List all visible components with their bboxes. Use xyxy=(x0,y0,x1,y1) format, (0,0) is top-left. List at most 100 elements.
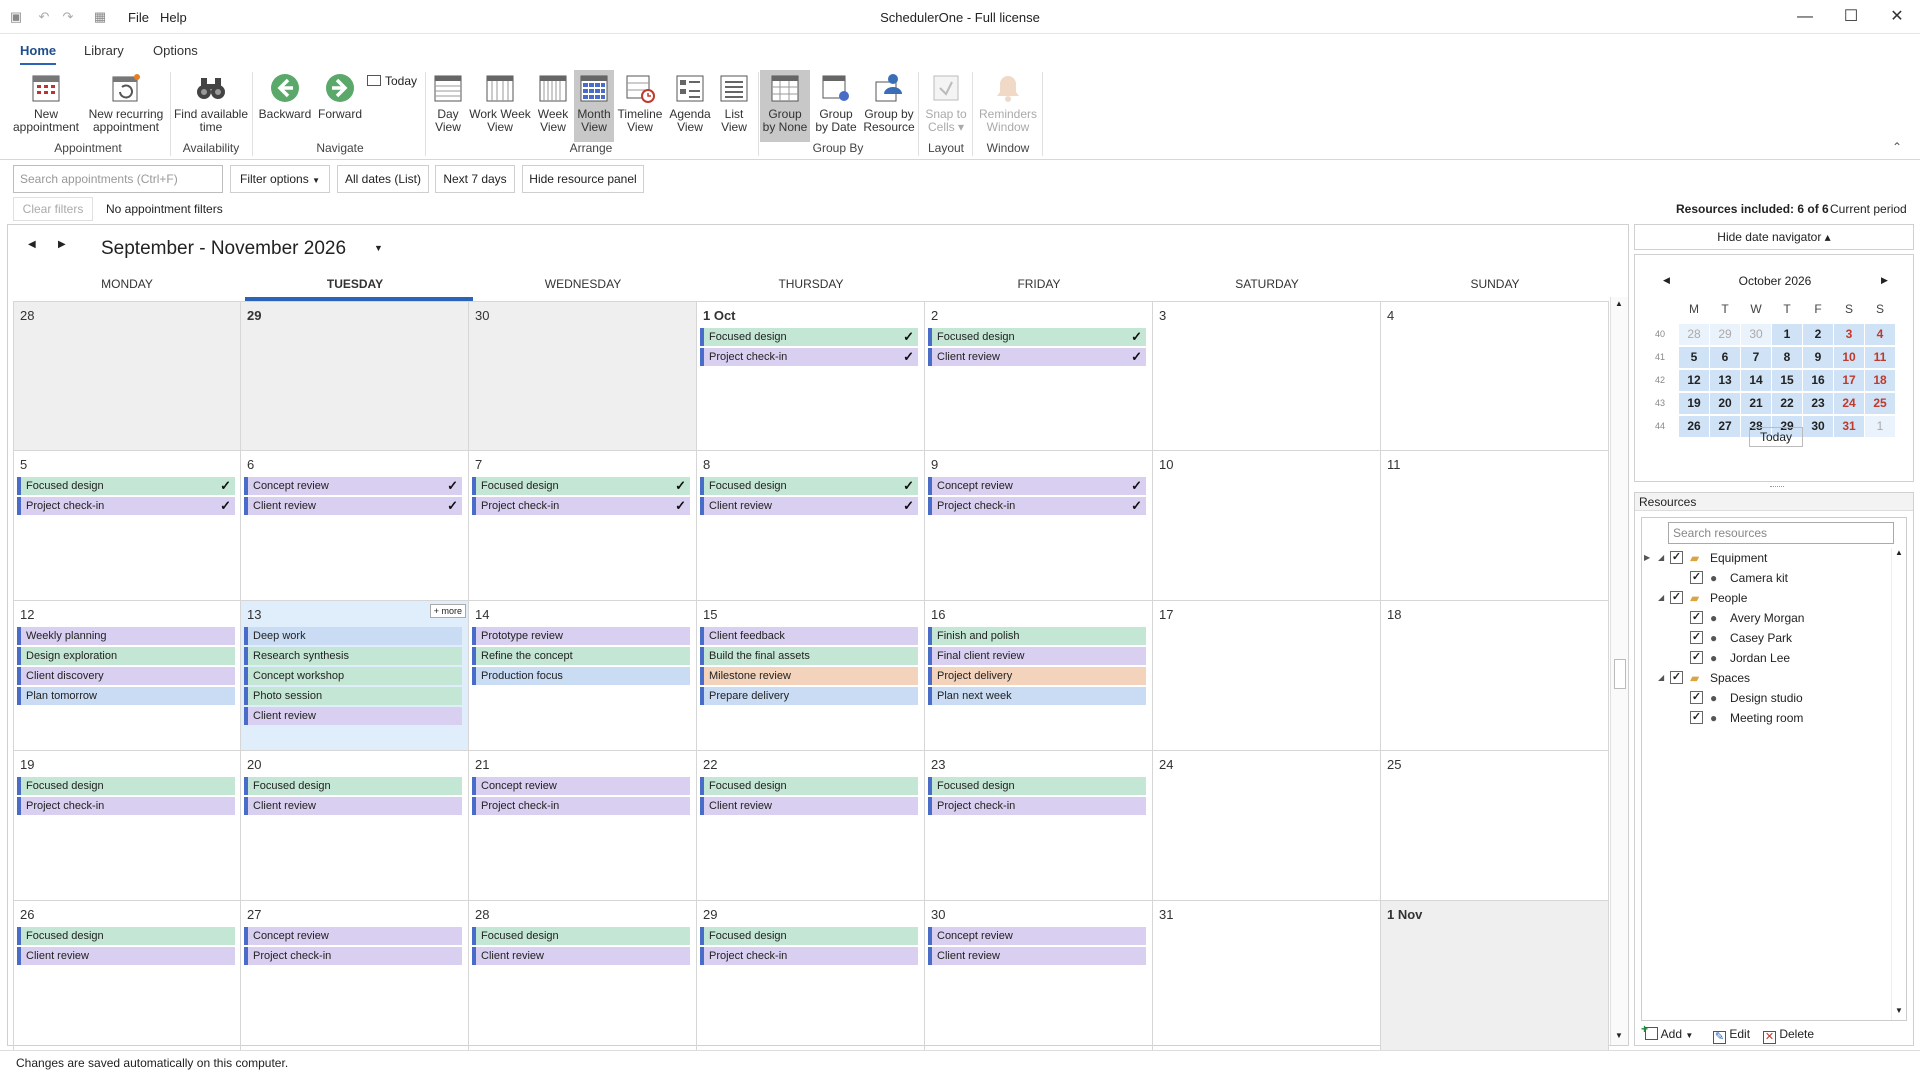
resource-tree-item[interactable]: ✓ ● Meeting room xyxy=(1642,708,1890,728)
appointment[interactable]: Client review ✓ xyxy=(928,348,1146,366)
appointment[interactable]: Refine the concept xyxy=(472,647,690,665)
day-cell[interactable]: 19 Focused design Project check-in xyxy=(13,751,241,901)
nav-day[interactable]: 14 xyxy=(1741,370,1771,391)
nav-day[interactable]: 27 xyxy=(1710,416,1740,437)
appointment[interactable]: Client review xyxy=(928,947,1146,965)
resource-tree-item[interactable]: ✓ ● Avery Morgan xyxy=(1642,608,1890,628)
appointment[interactable]: Client review xyxy=(244,707,462,725)
nav-day[interactable]: 7 xyxy=(1741,347,1771,368)
day-cell[interactable]: 28 xyxy=(13,301,241,451)
nav-day[interactable]: 17 xyxy=(1834,370,1864,391)
appointment[interactable]: Milestone review xyxy=(700,667,918,685)
appointment[interactable]: Project check-in xyxy=(928,797,1146,815)
appointment[interactable]: Design exploration xyxy=(17,647,235,665)
day-cell[interactable]: 17 xyxy=(1153,601,1381,751)
search-appointments-input[interactable]: Search appointments (Ctrl+F) xyxy=(13,165,223,193)
appointment[interactable]: Research synthesis xyxy=(244,647,462,665)
appointment[interactable]: Focused design ✓ xyxy=(700,477,918,495)
nav-day[interactable]: 11 xyxy=(1865,347,1895,368)
resource-tree-item[interactable]: ✓ ● Design studio xyxy=(1642,688,1890,708)
nav-today-button[interactable]: Today xyxy=(1749,427,1803,447)
resource-checkbox[interactable]: ✓ xyxy=(1690,691,1703,704)
appointment[interactable]: Focused design xyxy=(17,927,235,945)
resource-tree-item[interactable]: ▶ ◢ ✓ ▰ Equipment xyxy=(1642,548,1890,568)
nav-day[interactable]: 22 xyxy=(1772,393,1802,414)
appointment[interactable]: Client review xyxy=(17,947,235,965)
appointment[interactable]: Focused design xyxy=(472,927,690,945)
day-cell[interactable]: 29 xyxy=(241,301,469,451)
more-appointments-button[interactable]: + more xyxy=(429,604,466,618)
scroll-down-icon[interactable]: ▼ xyxy=(1615,1031,1623,1040)
resource-tree-item[interactable]: ◢ ✓ ▰ Spaces xyxy=(1642,668,1890,688)
tab-home[interactable]: Home xyxy=(20,43,57,65)
group-by-date-button[interactable]: Group by Date xyxy=(812,70,860,142)
nav-day[interactable]: 12 xyxy=(1679,370,1709,391)
nav-day[interactable]: 24 xyxy=(1834,393,1864,414)
nav-day[interactable]: 28 xyxy=(1679,324,1709,345)
nav-day[interactable]: 3 xyxy=(1834,324,1864,345)
period-title[interactable]: September - November 2026 xyxy=(101,238,346,260)
splitter-grip[interactable] xyxy=(1770,486,1784,488)
nav-day[interactable]: 9 xyxy=(1803,347,1833,368)
nav-day[interactable]: 6 xyxy=(1710,347,1740,368)
collapse-arrow-icon[interactable]: ◢ xyxy=(1658,668,1664,688)
day-cell[interactable]: 26 Focused design Client review xyxy=(13,901,241,1051)
appointment[interactable]: Deep work xyxy=(244,627,462,645)
hide-date-navigator-button[interactable]: Hide date navigator ▴ xyxy=(1634,224,1914,250)
nav-day[interactable]: 16 xyxy=(1803,370,1833,391)
appointment[interactable]: Final client review xyxy=(928,647,1146,665)
snap-to-cells-button[interactable]: Snap to Cells ▾ xyxy=(922,70,970,142)
nav-day[interactable]: 25 xyxy=(1865,393,1895,414)
list-view-button[interactable]: List View xyxy=(714,70,754,142)
day-cell[interactable]: 24 xyxy=(1153,751,1381,901)
week-view-button[interactable]: Week View xyxy=(532,70,574,142)
appointment[interactable]: Project check-in ✓ xyxy=(928,497,1146,515)
scroll-thumb[interactable] xyxy=(1614,659,1626,689)
appointment[interactable]: Production focus xyxy=(472,667,690,685)
day-cell[interactable]: 10 xyxy=(1153,451,1381,601)
expand-arrow-icon[interactable]: ▶ xyxy=(1644,548,1650,568)
month-view-button[interactable]: Month View xyxy=(574,70,614,142)
day-cell[interactable]: 21 Concept review Project check-in xyxy=(469,751,697,901)
day-cell[interactable]: 18 xyxy=(1381,601,1609,751)
all-dates-button[interactable]: All dates (List) xyxy=(337,165,429,193)
nav-day[interactable]: 30 xyxy=(1803,416,1833,437)
filter-options-button[interactable]: Filter options ▼ xyxy=(230,165,330,193)
tree-scroll-up-icon[interactable]: ▲ xyxy=(1895,548,1903,557)
appointment[interactable]: Project check-in xyxy=(244,947,462,965)
tree-scrollbar[interactable]: ▲ ▼ xyxy=(1891,548,1906,1020)
collapse-arrow-icon[interactable]: ◢ xyxy=(1658,588,1664,608)
appointment[interactable]: Project check-in xyxy=(17,797,235,815)
appointment[interactable]: Project check-in ✓ xyxy=(472,497,690,515)
appointment[interactable]: Prepare delivery xyxy=(700,687,918,705)
resource-tree-item[interactable]: ✓ ● Casey Park xyxy=(1642,628,1890,648)
next-7-days-button[interactable]: Next 7 days xyxy=(435,165,515,193)
group-by-none-button[interactable]: Group by None xyxy=(760,70,810,142)
clear-filters-button[interactable]: Clear filters xyxy=(13,197,93,221)
resource-checkbox[interactable]: ✓ xyxy=(1690,611,1703,624)
appointment[interactable]: Concept review xyxy=(472,777,690,795)
nav-day[interactable]: 2 xyxy=(1803,324,1833,345)
nav-day[interactable]: 21 xyxy=(1741,393,1771,414)
collapse-ribbon-icon[interactable]: ⌃ xyxy=(1892,140,1902,154)
day-cell[interactable]: 11 xyxy=(1381,451,1609,601)
appointment[interactable]: Focused design xyxy=(928,777,1146,795)
day-cell[interactable]: 7 Focused design ✓ Project check-in ✓ xyxy=(469,451,697,601)
hide-resource-panel-button[interactable]: Hide resource panel xyxy=(522,165,644,193)
close-icon[interactable]: ✕ xyxy=(1874,0,1920,34)
nav-day[interactable]: 31 xyxy=(1834,416,1864,437)
prev-period-icon[interactable]: ◀ xyxy=(28,239,36,250)
appointment[interactable]: Photo session xyxy=(244,687,462,705)
day-cell[interactable]: 4 xyxy=(1381,301,1609,451)
add-resource-button[interactable]: + Add ▼ xyxy=(1641,1023,1693,1041)
nav-day[interactable]: 5 xyxy=(1679,347,1709,368)
appointment[interactable]: Project delivery xyxy=(928,667,1146,685)
nav-day[interactable]: 13 xyxy=(1710,370,1740,391)
day-cell[interactable]: 5 Focused design ✓ Project check-in ✓ xyxy=(13,451,241,601)
period-dropdown-icon[interactable]: ▼ xyxy=(374,243,383,253)
maximize-icon[interactable]: ☐ xyxy=(1828,0,1874,34)
day-cell[interactable]: 2 Focused design ✓ Client review ✓ xyxy=(925,301,1153,451)
appointment[interactable]: Client review xyxy=(472,947,690,965)
day-view-button[interactable]: Day View xyxy=(428,70,468,142)
day-cell[interactable]: 25 xyxy=(1381,751,1609,901)
